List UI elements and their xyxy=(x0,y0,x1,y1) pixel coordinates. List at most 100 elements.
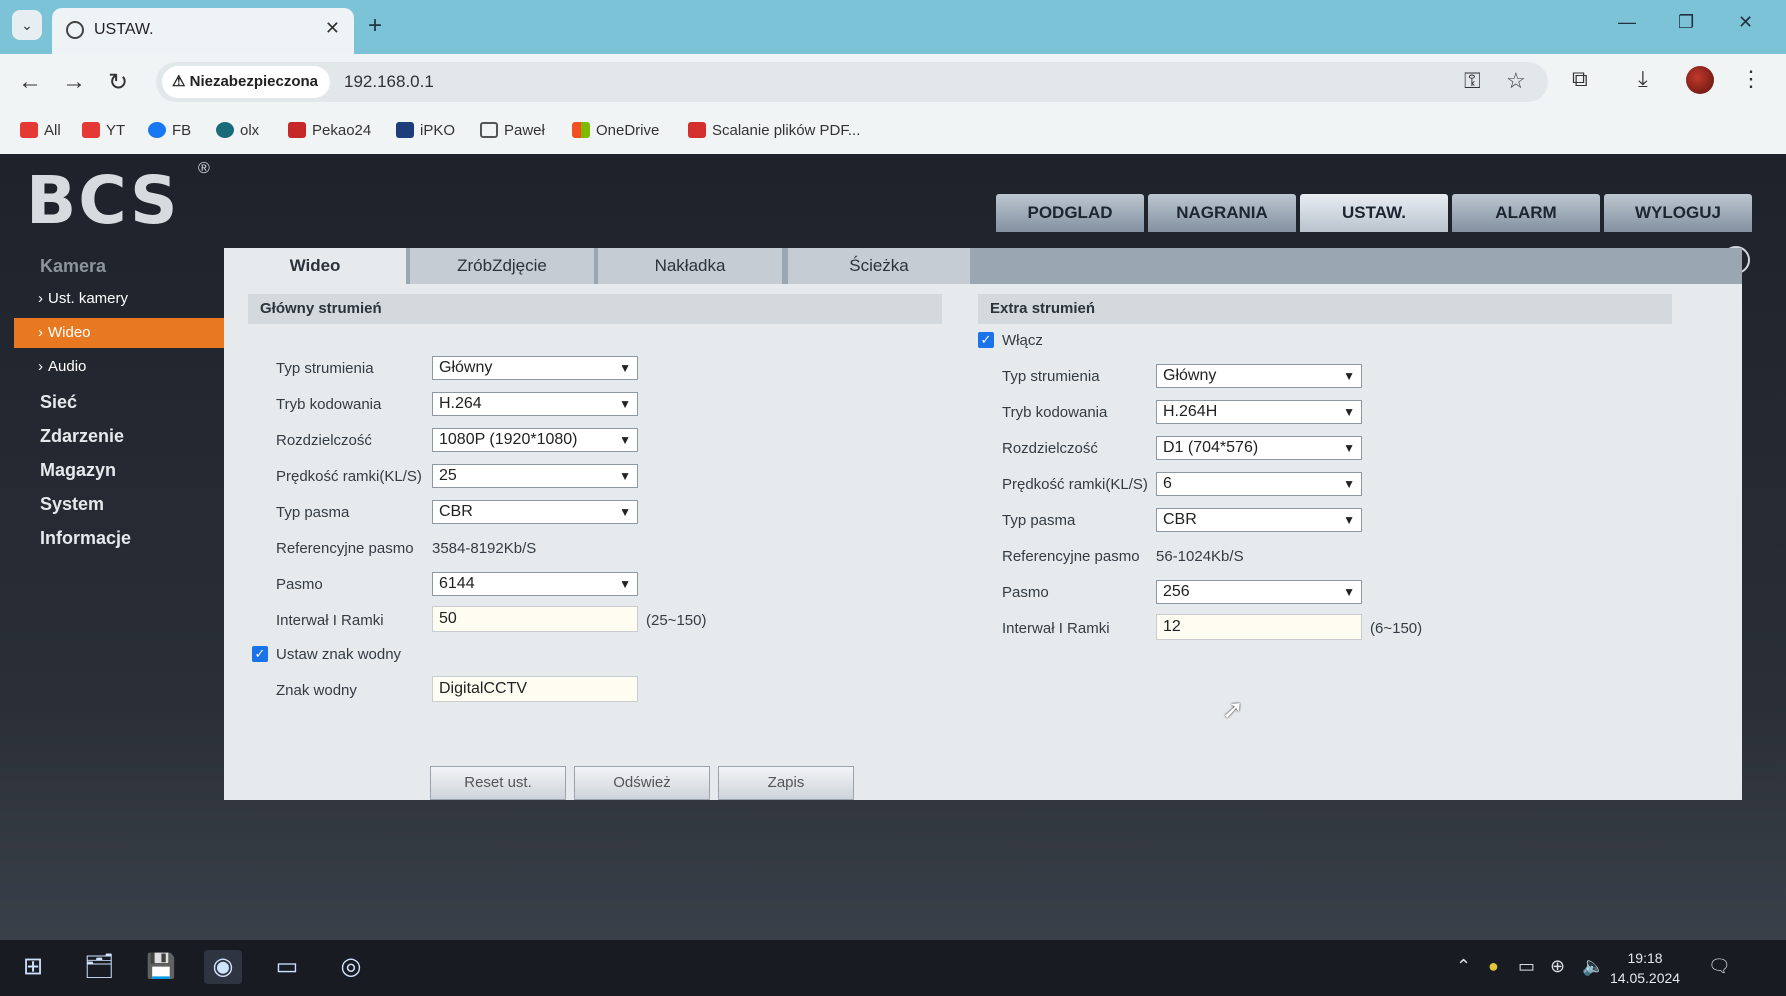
tab-sciezka[interactable]: Ścieżka xyxy=(788,248,970,284)
main-resolution-select[interactable]: 1080P (1920*1080) ▼ xyxy=(432,428,638,452)
nav-alarm[interactable]: ALARM xyxy=(1452,194,1600,232)
extra-resolution-select[interactable]: D1 (704*576) ▼ xyxy=(1156,436,1362,460)
extra-codec-select[interactable]: H.264H ▼ xyxy=(1156,400,1362,424)
main-bitrate-select[interactable]: 6144 ▼ xyxy=(432,572,638,596)
sidebar-category-magazyn[interactable]: Magazyn xyxy=(40,460,116,481)
extra-fps-select[interactable]: 6 ▼ xyxy=(1156,472,1362,496)
clock-time: 19:18 xyxy=(1627,950,1663,966)
address-bar[interactable]: ⚠ Niezabezpieczona 192.168.0.1 ⚿ ☆ xyxy=(156,62,1548,102)
registered-mark: ® xyxy=(198,160,210,177)
nav-ustaw[interactable]: USTAW. xyxy=(1300,194,1448,232)
main-fps-label: Prędkość ramki(KL/S) xyxy=(276,468,422,485)
forward-arrow-icon[interactable]: → xyxy=(62,68,86,96)
extra-bitrate-type-select[interactable]: CBR ▼ xyxy=(1156,508,1362,532)
main-bitrate-type-select[interactable]: CBR ▼ xyxy=(432,500,638,524)
clock[interactable]: 19:18 14.05.2024 xyxy=(1610,948,1680,988)
dropdown-arrow-icon: ▼ xyxy=(1343,513,1355,527)
restore-icon[interactable]: ❐ xyxy=(1678,12,1694,33)
tab-wideo[interactable]: Wideo xyxy=(224,248,406,284)
dropdown-arrow-icon: ▼ xyxy=(1343,369,1355,383)
monitor-app-icon[interactable]: ▭ xyxy=(268,950,306,984)
sidebar-item-ust-kamery[interactable]: › Ust. kamery xyxy=(14,284,232,314)
sidebar-category-siec[interactable]: Sieć xyxy=(40,392,77,413)
tab-nakladka[interactable]: Nakładka xyxy=(598,248,782,284)
nav-nagrania[interactable]: NAGRANIA xyxy=(1148,194,1296,232)
sidebar-category-zdarzenie[interactable]: Zdarzenie xyxy=(40,426,124,447)
extra-bitrate-label: Pasmo xyxy=(1002,584,1049,601)
nav-podglad[interactable]: PODGLAD xyxy=(996,194,1144,232)
network-globe-icon[interactable]: ⊕ xyxy=(1550,956,1565,977)
back-arrow-icon[interactable]: ← xyxy=(18,68,42,96)
globe-app-icon[interactable]: ◎ xyxy=(332,950,370,984)
security-chip[interactable]: ⚠ Niezabezpieczona xyxy=(162,66,330,98)
dropdown-arrow-icon: ▼ xyxy=(1343,405,1355,419)
watermark-input[interactable]: DigitalCCTV xyxy=(432,676,638,702)
windows-taskbar: ⊞ 🗂 💾 ◉ ▭ ◎ ⌃ ● ▭ ⊕ 🔈 19:18 14.05.2024 🗨 xyxy=(0,940,1786,996)
watermark-label: Znak wodny xyxy=(276,682,357,699)
extra-stream-type-select[interactable]: Główny ▼ xyxy=(1156,364,1362,388)
tab-close-icon[interactable]: ✕ xyxy=(325,18,340,39)
watermark-checkbox[interactable]: ✓ xyxy=(252,646,268,662)
chrome-icon[interactable]: ◉ xyxy=(204,950,242,984)
sidebar-category-informacje[interactable]: Informacje xyxy=(40,528,131,549)
browser-tab[interactable]: USTAW. ✕ xyxy=(52,8,354,54)
window-close-icon[interactable]: ✕ xyxy=(1738,12,1753,33)
bookmark-pekao24[interactable]: Pekao24 xyxy=(288,122,371,139)
nav-wyloguj[interactable]: WYLOGUJ xyxy=(1604,194,1752,232)
browser-tabstrip: ⌄ USTAW. ✕ + — ❐ ✕ xyxy=(0,0,1786,54)
minimize-icon[interactable]: — xyxy=(1618,12,1636,33)
tray-chevron-up-icon[interactable]: ⌃ xyxy=(1456,956,1471,977)
volume-icon[interactable]: 🔈 xyxy=(1582,956,1604,977)
extra-enable-checkbox[interactable]: ✓ xyxy=(978,332,994,348)
tray-app-icon[interactable]: ● xyxy=(1488,956,1499,977)
reset-button[interactable]: Reset ust. xyxy=(430,766,566,800)
main-stream-type-select[interactable]: Główny ▼ xyxy=(432,356,638,380)
bookmark-yt[interactable]: YT xyxy=(82,122,125,139)
tab-title: USTAW. xyxy=(94,21,154,38)
tab-search-chevron-icon[interactable]: ⌄ xyxy=(12,10,42,40)
sidebar-category-system[interactable]: System xyxy=(40,494,104,515)
battery-icon[interactable]: ▭ xyxy=(1518,956,1535,977)
bookmark-olx[interactable]: olx xyxy=(216,122,259,139)
notifications-icon[interactable]: 🗨 xyxy=(1708,956,1731,977)
bookmark-fb[interactable]: FB xyxy=(148,122,191,139)
new-tab-icon[interactable]: + xyxy=(368,12,382,40)
bookmark-onedrive[interactable]: OneDrive xyxy=(572,122,659,139)
main-iframe-input[interactable]: 50 xyxy=(432,606,638,632)
watermark-check-label: Ustaw znak wodny xyxy=(276,646,402,663)
floppy-disk-icon[interactable]: 💾 xyxy=(142,950,180,984)
extensions-icon[interactable]: ⧉ xyxy=(1572,66,1588,92)
camera-web-app: BCS ® PODGLAD NAGRANIA USTAW. ALARM WYLO… xyxy=(0,154,1786,940)
warning-icon: ⚠ xyxy=(172,73,190,90)
dropdown-arrow-icon: ▼ xyxy=(619,361,631,375)
sidebar-category-kamera[interactable]: Kamera xyxy=(40,256,106,277)
extra-iframe-label: Interwał I Ramki xyxy=(1002,620,1110,637)
olx-icon xyxy=(216,122,234,138)
bookmark-ipko[interactable]: iPKO xyxy=(396,122,455,139)
bookmarks-bar: All YT FB olx Pekao24 iPKO Paweł OneDriv… xyxy=(0,112,1786,154)
extra-type-label: Typ strumienia xyxy=(1002,368,1100,385)
save-button[interactable]: Zapis xyxy=(718,766,854,800)
folder-icon xyxy=(480,122,498,138)
bookmark-pdf-merge[interactable]: Scalanie plików PDF... xyxy=(688,122,860,139)
sidebar-item-wideo[interactable]: › Wideo xyxy=(14,318,232,348)
dropdown-arrow-icon: ▼ xyxy=(619,397,631,411)
file-explorer-icon[interactable]: 🗂 xyxy=(80,950,118,984)
sidebar-item-audio[interactable]: › Audio xyxy=(14,352,232,382)
windows-start-icon[interactable]: ⊞ xyxy=(14,950,52,984)
reload-icon[interactable]: ↻ xyxy=(108,68,128,97)
tab-zrob-zdjecie[interactable]: ZróbZdjęcie xyxy=(410,248,594,284)
star-bookmark-icon[interactable]: ☆ xyxy=(1506,68,1526,94)
main-codec-select[interactable]: H.264 ▼ xyxy=(432,392,638,416)
menu-dots-icon[interactable]: ⋮ xyxy=(1740,66,1762,92)
refresh-button[interactable]: Odśwież xyxy=(574,766,710,800)
bookmark-folder-pawel[interactable]: Paweł xyxy=(480,122,545,139)
main-fps-select[interactable]: 25 ▼ xyxy=(432,464,638,488)
password-key-icon[interactable]: ⚿ xyxy=(1464,68,1481,94)
extra-iframe-input[interactable]: 12 xyxy=(1156,614,1362,640)
url-text[interactable]: 192.168.0.1 xyxy=(344,72,434,92)
profile-avatar[interactable] xyxy=(1686,66,1714,94)
extra-bitrate-select[interactable]: 256 ▼ xyxy=(1156,580,1362,604)
bookmark-all[interactable]: All xyxy=(20,122,61,139)
download-icon[interactable]: ⤓ xyxy=(1638,66,1648,92)
